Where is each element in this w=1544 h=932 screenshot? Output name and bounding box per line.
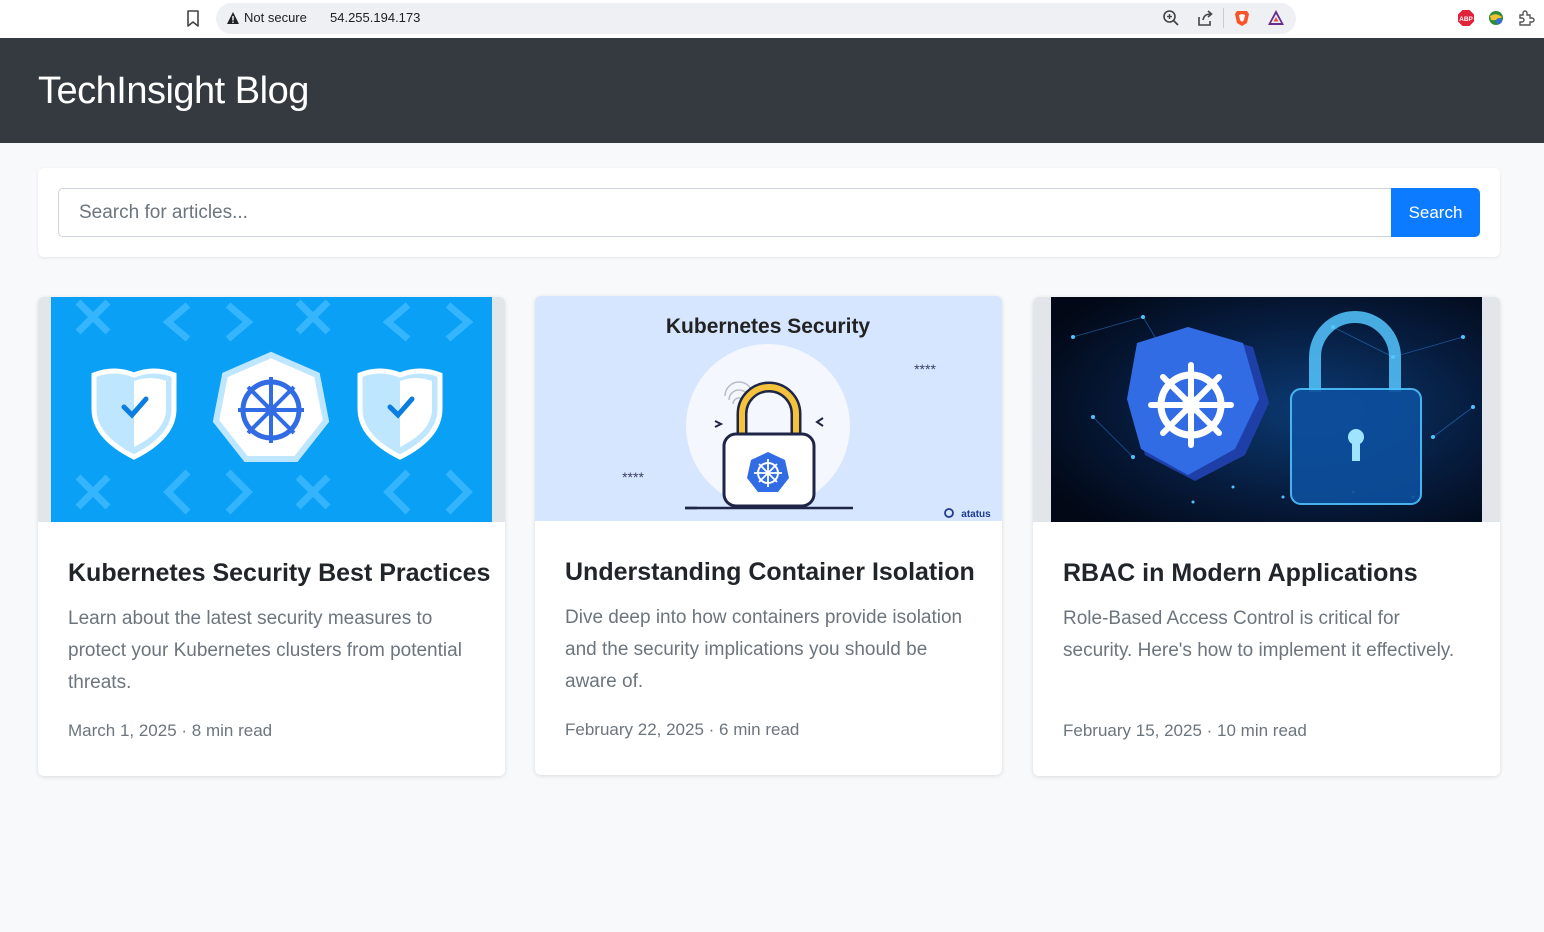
article-description: Dive deep into how containers provide is… [565,607,963,692]
article-image[interactable] [1033,297,1500,522]
kubernetes-digital-padlock-illustration [1051,297,1482,522]
article-date: March 1, 2025 [68,721,177,740]
password-dots: **** [622,469,644,485]
bookmark-icon[interactable] [186,10,200,28]
article-title[interactable]: RBAC in Modern Applications [1063,559,1418,588]
article-meta: February 22, 2025 · 6 min read [565,720,799,740]
article-image[interactable]: Kubernetes Security **** **** atatus [535,296,1002,521]
article-image[interactable] [38,297,505,522]
article-card[interactable]: Kubernetes Security Best Practices Learn… [38,297,505,776]
article-card[interactable]: RBAC in Modern Applications Role-Based A… [1033,297,1500,776]
share-icon[interactable] [1196,9,1214,27]
article-title[interactable]: Understanding Container Isolation [565,558,975,587]
url-text[interactable]: 54.255.194.173 [330,10,420,25]
browser-toolbar: Not secure 54.255.194.173 ABP [0,0,1544,38]
site-header: TechInsight Blog [0,38,1544,143]
address-bar[interactable]: Not secure 54.255.194.173 [216,3,1296,34]
extensions-puzzle-icon[interactable] [1517,9,1535,27]
image-heading: Kubernetes Security [666,315,871,338]
article-card[interactable]: Kubernetes Security **** **** atatus Und… [535,296,1002,775]
search-button[interactable]: Search [1391,188,1480,237]
warning-icon [227,12,239,24]
article-description: Learn about the latest security measures… [68,608,462,693]
extension-globe-icon[interactable] [1487,9,1505,27]
security-label[interactable]: Not secure [244,10,307,25]
article-title[interactable]: Kubernetes Security Best Practices [68,559,490,588]
article-read-time: 8 min read [191,721,273,740]
password-dots: **** [914,361,936,377]
article-read-time: 10 min read [1217,721,1307,740]
article-meta: March 1, 2025 · 8 min read [68,721,272,741]
article-read-time: 6 min read [719,720,800,739]
site-title[interactable]: TechInsight Blog [38,70,309,113]
meta-separator: · [1201,721,1218,740]
article-meta: February 15, 2025 · 10 min read [1063,721,1307,741]
kubernetes-shields-illustration [51,297,492,522]
kubernetes-lock-illustration: Kubernetes Security **** **** atatus [535,296,1002,521]
image-brand: atatus [961,509,991,520]
brave-rewards-icon[interactable] [1267,9,1285,27]
kubernetes-logo-icon [212,351,330,462]
article-date: February 15, 2025 [1063,721,1202,740]
search-input[interactable] [58,188,1392,237]
brave-shield-icon[interactable] [1233,9,1251,27]
zoom-icon[interactable] [1162,9,1180,27]
meta-separator: · [176,721,192,740]
search-panel: Search [38,168,1500,257]
article-date: February 22, 2025 [565,720,704,739]
svg-text:ABP: ABP [1459,16,1473,23]
article-description: Role-Based Access Control is critical fo… [1063,608,1455,661]
adblock-plus-icon[interactable]: ABP [1457,9,1475,27]
meta-separator: · [703,720,720,739]
